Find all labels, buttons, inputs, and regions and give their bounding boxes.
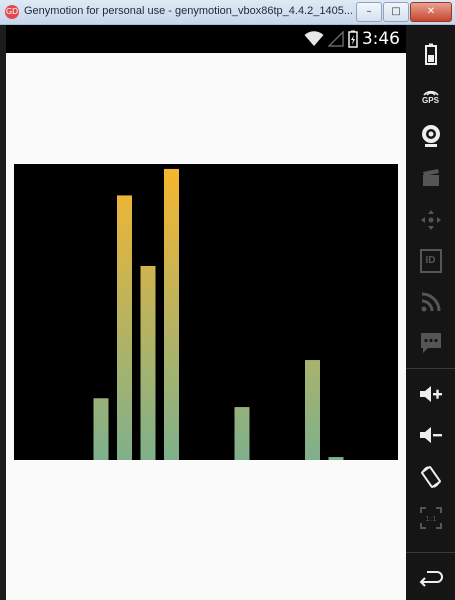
back-button[interactable] [412,563,449,593]
move-arrows-icon [420,210,441,230]
scale-label: 1:1 [425,515,436,523]
id-label: ID [425,255,436,266]
maximize-button[interactable]: □ [383,2,409,22]
genymotion-side-panel: GPS ID 1:1 [406,25,455,600]
volume-up-button[interactable] [412,379,449,409]
pixel-perfect-button[interactable]: 1:1 [412,503,449,533]
battery-widget-icon [424,43,437,65]
window-titlebar: GD Genymotion for personal use - genymot… [0,0,455,25]
bar-chart-svg [93,168,344,460]
genymotion-app-icon: GD [5,5,19,19]
wifi-icon [304,31,324,46]
volume-up-icon [419,386,442,402]
close-button[interactable]: ✕ [410,2,452,22]
bar-chart [14,164,398,460]
device-id-button[interactable]: ID [412,246,449,276]
volume-down-icon [419,427,442,443]
back-arrow-icon [419,571,443,587]
bar-10 [234,407,250,460]
rotate-icon [420,466,441,488]
volume-down-button[interactable] [412,420,449,450]
battery-widget-button[interactable] [412,39,449,69]
android-status-bar: 3:46 [6,25,406,53]
battery-icon [348,30,358,48]
video-capture-button[interactable] [412,163,449,193]
bar-13 [305,360,320,460]
panel-divider-bottom [406,552,455,553]
clock: 3:46 [361,29,400,49]
rotate-button[interactable] [412,462,449,492]
window-controls: – □ ✕ [356,2,452,22]
clapperboard-icon [422,169,439,186]
signal-icon [327,31,344,47]
camera-widget-button[interactable] [412,121,449,151]
bar-5 [117,195,132,460]
cast-button[interactable] [412,287,449,317]
sms-button[interactable] [412,328,449,358]
panel-divider [406,368,455,369]
message-icon [420,333,441,353]
minimize-button[interactable]: – [356,2,382,22]
rss-icon [421,292,440,312]
window-title: Genymotion for personal use - genymotion… [24,5,353,17]
fullscreen-scale-icon: 1:1 [419,507,442,529]
gps-label: GPS [422,95,439,105]
id-badge-icon: ID [419,249,442,273]
gps-widget-button[interactable]: GPS [412,80,449,110]
bar-4 [93,398,109,460]
bar-6 [140,265,156,460]
bar-14 [328,457,344,460]
remote-control-button[interactable] [412,205,449,235]
gps-icon [422,90,439,96]
status-icons: 3:46 [304,29,400,49]
bar-7 [164,168,179,460]
webcam-icon [421,125,440,147]
